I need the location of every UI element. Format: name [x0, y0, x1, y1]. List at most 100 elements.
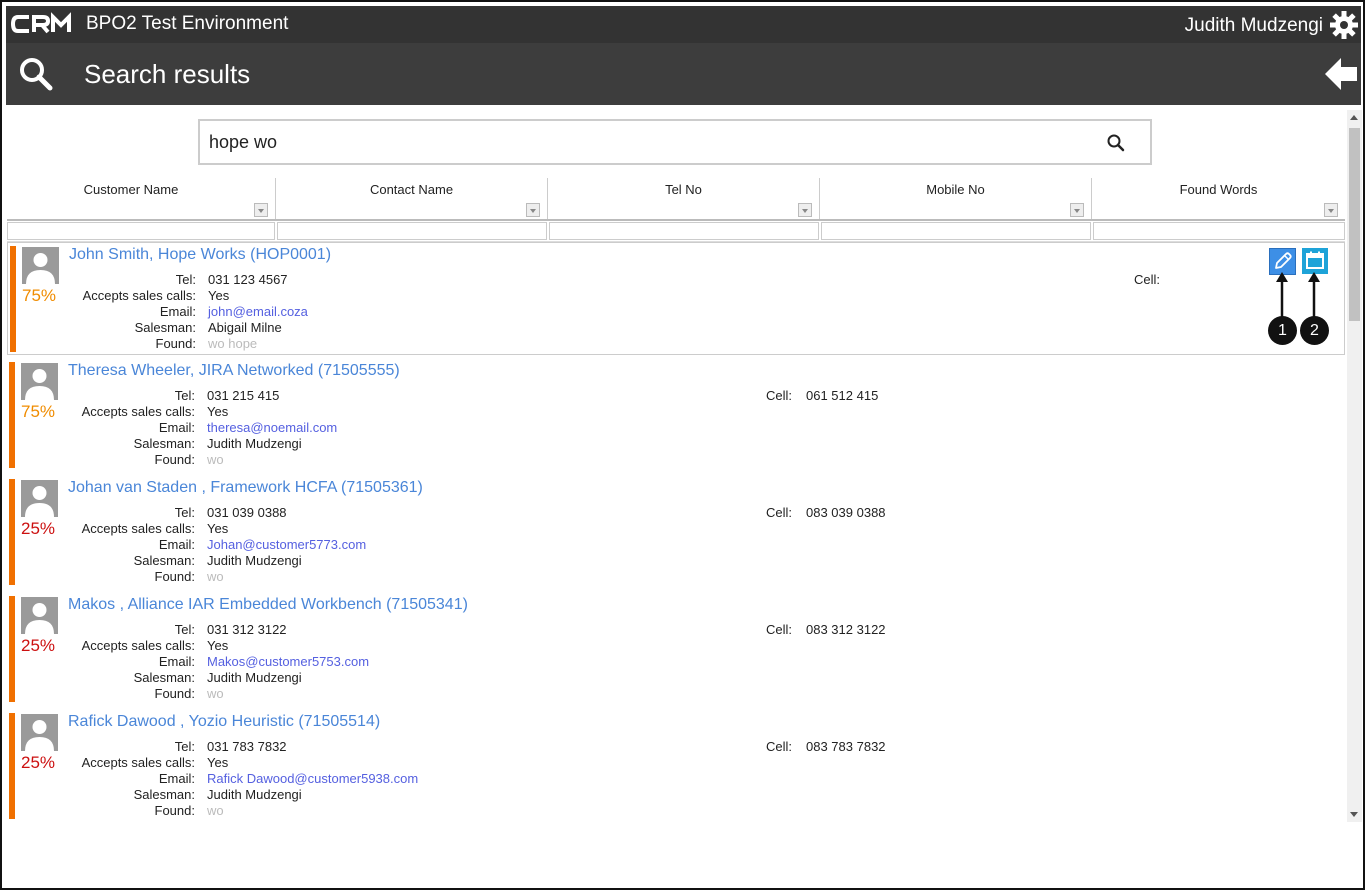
filter-input-customer-name[interactable] — [7, 222, 275, 240]
salesman-label: Salesman: — [134, 320, 196, 335]
tel-label: Tel: — [174, 739, 195, 754]
salesman-label: Salesman: — [133, 670, 195, 685]
result-card[interactable]: 75% Theresa Wheeler, JIRA Networked (715… — [7, 359, 1345, 472]
cell-value: 083 312 3122 — [806, 622, 886, 637]
column-label: Contact Name — [369, 182, 454, 197]
customer-name-link[interactable]: Makos , Alliance IAR Embedded Workbench … — [68, 596, 468, 614]
column-label: Tel No — [665, 182, 702, 197]
accepts-sales-calls-value: Yes — [207, 638, 229, 653]
column-filter-dropdown-icon[interactable] — [1070, 203, 1084, 217]
accepts-sales-calls-value: Yes — [207, 755, 229, 770]
scroll-down-arrow-icon[interactable] — [1350, 812, 1358, 817]
tel-label: Tel: — [174, 388, 195, 403]
filter-input-found-words[interactable] — [1093, 222, 1345, 240]
email-label: Email: — [158, 420, 195, 435]
column-label: Customer Name — [83, 182, 179, 197]
cell-label: Cell: — [766, 388, 793, 403]
page-header: Search results — [6, 43, 1361, 105]
app-window: BPO2 Test Environment Judith Mudzengi Se… — [0, 0, 1365, 890]
salesman-value: Judith Mudzengi — [207, 553, 302, 568]
cell-label: Cell: — [766, 622, 793, 637]
cell-value: 061 512 415 — [806, 388, 879, 403]
found-words-value: wo — [207, 569, 224, 584]
email-link[interactable]: theresa@noemail.com — [207, 420, 337, 435]
salesman-value: Abigail Milne — [208, 320, 282, 335]
found-label: Found: — [154, 803, 195, 818]
search-icon[interactable] — [18, 56, 54, 97]
column-mobile-no[interactable]: Mobile No — [820, 178, 1092, 220]
email-link[interactable]: Makos@customer5753.com — [207, 654, 369, 669]
tel-value: 031 123 4567 — [208, 272, 288, 287]
results-scrollbar[interactable] — [1347, 110, 1362, 822]
salesman-label: Salesman: — [133, 787, 195, 802]
environment-title: BPO2 Test Environment — [86, 13, 289, 34]
found-words-value: wo hope — [208, 336, 258, 351]
cell-label: Cell: — [766, 505, 793, 520]
crm-logo[interactable] — [10, 11, 78, 42]
column-filter-dropdown-icon[interactable] — [254, 203, 268, 217]
salesman-label: Salesman: — [133, 436, 195, 451]
column-label: Found Words — [1179, 182, 1258, 197]
cell-value: 083 039 0388 — [806, 505, 886, 520]
grid-header: Customer Name Contact Name Tel No Mobile… — [7, 178, 1345, 243]
callout-2: 2 — [1300, 316, 1329, 345]
results-list: 75% John Smith, Hope Works (HOP0001) Tel… — [7, 242, 1345, 820]
top-bar: BPO2 Test Environment Judith Mudzengi — [6, 6, 1361, 43]
column-filter-dropdown-icon[interactable] — [798, 203, 812, 217]
accepts-sales-calls-value: Yes — [207, 404, 229, 419]
email-link[interactable]: john@email.coza — [208, 304, 308, 319]
result-card[interactable]: 25% Johan van Staden , Framework HCFA (7… — [7, 476, 1345, 589]
search-box — [198, 119, 1152, 165]
result-card[interactable]: 25% Makos , Alliance IAR Embedded Workbe… — [7, 593, 1345, 706]
found-words-value: wo — [207, 803, 224, 818]
gear-icon[interactable] — [1329, 10, 1359, 45]
cell-value: 083 783 7832 — [806, 739, 886, 754]
customer-name-link[interactable]: Johan van Staden , Framework HCFA (71505… — [68, 479, 423, 497]
search-input[interactable] — [209, 130, 1089, 154]
customer-name-link[interactable]: Theresa Wheeler, JIRA Networked (7150555… — [68, 362, 400, 380]
column-contact-name[interactable]: Contact Name — [276, 178, 548, 220]
filter-input-tel-no[interactable] — [549, 222, 819, 240]
email-label: Email: — [158, 537, 195, 552]
email-link[interactable]: Johan@customer5773.com — [207, 537, 366, 552]
column-filter-dropdown-icon[interactable] — [526, 203, 540, 217]
scroll-up-arrow-icon[interactable] — [1350, 115, 1358, 120]
scroll-thumb[interactable] — [1349, 128, 1360, 321]
filter-input-mobile-no[interactable] — [821, 222, 1091, 240]
accepts-sales-calls-label: Accepts sales calls: — [81, 755, 195, 770]
result-card[interactable]: 25% Rafick Dawood , Yozio Heuristic (715… — [7, 710, 1345, 820]
accepts-sales-calls-value: Yes — [207, 521, 229, 536]
column-found-words[interactable]: Found Words — [1092, 178, 1345, 220]
back-arrow-icon[interactable] — [1323, 56, 1359, 97]
user-name[interactable]: Judith Mudzengi — [1185, 15, 1323, 37]
found-label: Found: — [154, 569, 195, 584]
tel-value: 031 039 0388 — [207, 505, 287, 520]
filter-input-contact-name[interactable] — [277, 222, 547, 240]
column-filter-dropdown-icon[interactable] — [1324, 203, 1338, 217]
tel-label: Tel: — [174, 505, 195, 520]
tel-value: 031 312 3122 — [207, 622, 287, 637]
header-divider — [7, 219, 1345, 221]
salesman-label: Salesman: — [133, 553, 195, 568]
search-button-icon[interactable] — [1106, 133, 1126, 158]
accepts-sales-calls-label: Accepts sales calls: — [81, 521, 195, 536]
cell-label: Cell: — [766, 739, 793, 754]
result-card[interactable]: 75% John Smith, Hope Works (HOP0001) Tel… — [7, 242, 1345, 355]
found-label: Found: — [154, 452, 195, 467]
page-title: Search results — [84, 59, 251, 89]
accepts-sales-calls-value: Yes — [208, 288, 230, 303]
salesman-value: Judith Mudzengi — [207, 436, 302, 451]
column-label: Mobile No — [926, 182, 985, 197]
tel-label: Tel: — [174, 622, 195, 637]
column-customer-name[interactable]: Customer Name — [7, 178, 276, 220]
salesman-value: Judith Mudzengi — [207, 787, 302, 802]
tel-value: 031 783 7832 — [207, 739, 287, 754]
customer-name-link[interactable]: John Smith, Hope Works (HOP0001) — [69, 246, 331, 264]
annotation-arrows — [1276, 272, 1320, 318]
salesman-value: Judith Mudzengi — [207, 670, 302, 685]
email-label: Email: — [158, 654, 195, 669]
customer-name-link[interactable]: Rafick Dawood , Yozio Heuristic (7150551… — [68, 713, 380, 731]
found-words-value: wo — [207, 452, 224, 467]
column-tel-no[interactable]: Tel No — [548, 178, 820, 220]
email-link[interactable]: Rafick Dawood@customer5938.com — [207, 771, 418, 786]
